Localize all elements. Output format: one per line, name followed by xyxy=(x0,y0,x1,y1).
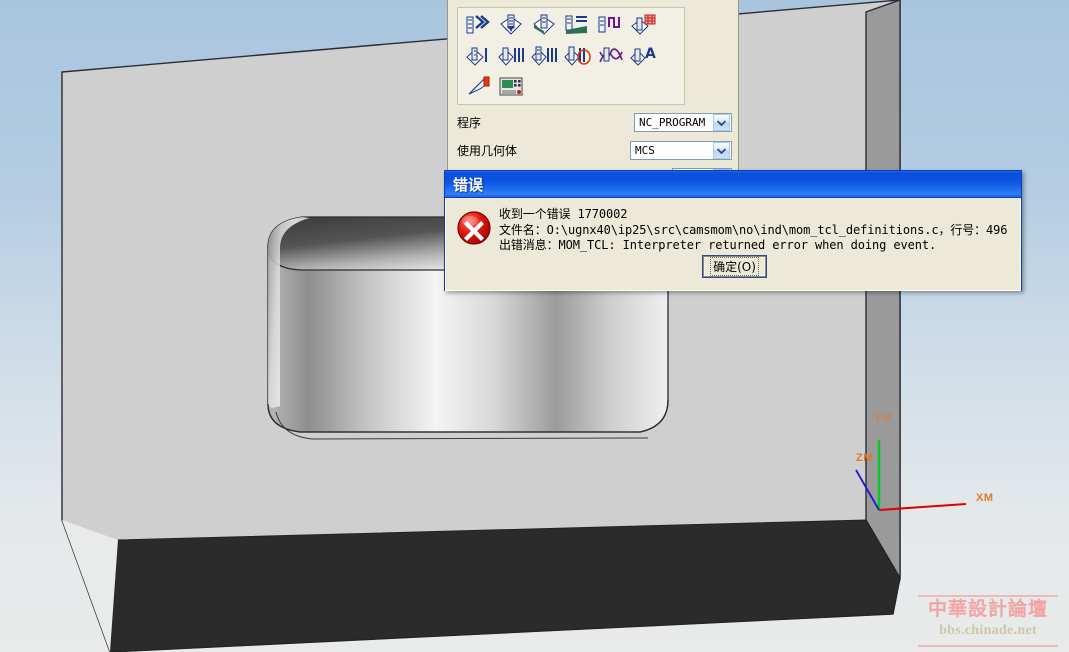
geometry-label: 使用几何体 xyxy=(457,143,518,158)
svg-text:A: A xyxy=(645,46,656,62)
cavity-mill-icon[interactable] xyxy=(495,11,528,42)
ok-button-label: 确定(O) xyxy=(710,257,759,276)
engrave-text-icon[interactable]: A xyxy=(627,42,660,73)
error-dialog-body: 收到一个错误 1770002 文件名：O:\ugnx40\ip25\src\ca… xyxy=(445,198,1021,291)
variable-contour-icon[interactable] xyxy=(495,42,528,73)
mcs-y-axis-label: YM xyxy=(874,412,892,424)
zlevel-profile-icon[interactable] xyxy=(528,11,561,42)
machine-control-icon[interactable] xyxy=(495,72,528,103)
error-line-code: 收到一个错误 1770002 xyxy=(499,207,628,221)
program-label: 程序 xyxy=(457,115,482,130)
ok-button[interactable]: 确定(O) xyxy=(703,256,766,277)
chevron-down-icon[interactable] xyxy=(713,142,730,159)
error-dialog[interactable]: 错误 收到一个错误 1770002 文件名：O:\ugnx40\ip25\src… xyxy=(444,170,1022,291)
planar-mill-icon[interactable] xyxy=(627,11,660,42)
watermark-url: bbs.chinade.net xyxy=(939,623,1037,638)
chevron-down-icon[interactable] xyxy=(713,114,730,131)
program-combo-value: NC_PROGRAM xyxy=(639,116,706,129)
error-x-icon xyxy=(457,211,491,245)
error-dialog-title: 错误 xyxy=(453,175,484,194)
contour-profile-icon[interactable] xyxy=(594,11,627,42)
geometry-combo-value: MCS xyxy=(635,144,655,157)
operation-subtype-toolbox[interactable]: A xyxy=(457,7,685,105)
drill-operation-icon[interactable] xyxy=(462,72,495,103)
fixed-contour-icon[interactable] xyxy=(462,42,495,73)
geometry-combo[interactable]: MCS xyxy=(630,141,732,160)
error-line-file: 文件名：O:\ugnx40\ip25\src\camsmom\no\ind\mo… xyxy=(499,222,1008,237)
zlevel-corner-icon[interactable] xyxy=(528,42,561,73)
surface-area-drive-icon[interactable] xyxy=(594,42,627,73)
error-message-block: 收到一个错误 1770002 文件名：O:\ugnx40\ip25\src\ca… xyxy=(499,207,1008,254)
mcs-x-axis-label: XM xyxy=(976,492,994,504)
error-dialog-titlebar[interactable]: 错误 xyxy=(445,171,1021,198)
program-combo[interactable]: NC_PROGRAM xyxy=(634,113,732,132)
watermark-title: 中華設計論壇 xyxy=(927,598,1048,620)
forum-watermark: 中華設計論壇 bbs.chinade.net xyxy=(918,595,1058,647)
flowcut-reference-tool-icon[interactable] xyxy=(561,42,594,73)
face-milling-area-icon[interactable] xyxy=(561,11,594,42)
error-line-message: 出错消息：MOM_TCL: Interpreter returned error… xyxy=(499,238,937,252)
mcs-z-axis-label: ZM xyxy=(856,452,873,464)
plunge-milling-icon[interactable] xyxy=(462,11,495,42)
create-operation-panel[interactable]: A 程序 使用几何体 使用刀 xyxy=(447,0,739,187)
